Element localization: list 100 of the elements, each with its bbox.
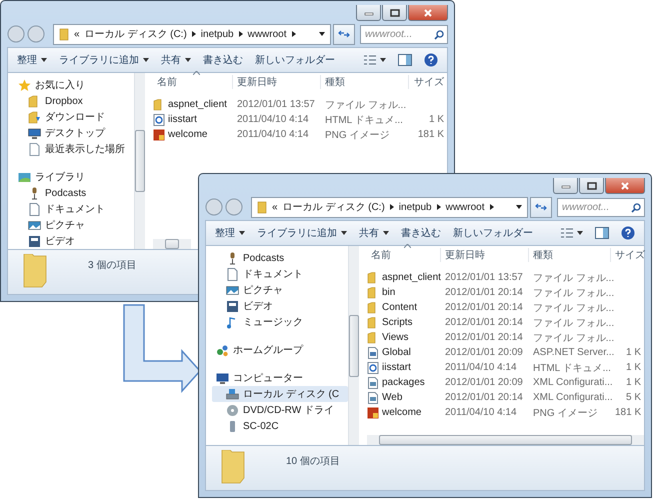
chevron-icon [436,204,441,210]
size-cell: 1 K [428,114,444,125]
close-button[interactable] [605,178,645,194]
nav-item[interactable]: ダウンロード [14,109,134,125]
nav-item[interactable]: Podcasts [212,250,348,266]
file-icon [367,392,379,404]
file-name[interactable]: iisstart [367,362,441,374]
nav-item[interactable]: ローカル ディスク (C [212,386,348,402]
toolbar-button[interactable]: 書き込む [396,224,446,242]
breadcrumb[interactable]: inetpub [200,28,234,40]
nav-item[interactable]: Podcasts [14,185,134,201]
breadcrumb[interactable]: ローカル ディスク (C:) [84,27,187,41]
nav-item[interactable]: ミュージック [212,314,348,330]
nav-item[interactable]: デスクトップ [14,125,134,141]
column-header[interactable]: 種類 [321,75,409,89]
list-view-icon [364,55,386,65]
toolbar-button[interactable]: ライブラリに追加 [54,51,154,69]
dropdown-caret-icon[interactable] [516,205,522,209]
file-name[interactable]: packages [367,376,441,388]
toolbar-button[interactable]: ライブラリに追加 [252,224,352,242]
nav-item[interactable]: ピクチャ [14,217,134,233]
nav-item[interactable]: Dropbox [14,93,134,109]
horizontal-scrollbar[interactable] [153,239,191,249]
dropdown-caret-icon[interactable] [319,32,325,36]
file-name[interactable]: bin [367,286,441,298]
close-icon [620,182,630,190]
type-cell-text: ファイル フォル... [532,332,611,344]
toolbar-button[interactable]: 整理 [210,224,250,242]
close-button[interactable] [408,5,448,21]
toolbar-button[interactable]: 新しいフォルダー [250,51,340,69]
breadcrumb[interactable]: ローカル ディスク (C:) [282,200,385,214]
toolbar-button[interactable]: 整理 [12,51,52,69]
column-header[interactable]: 更新日時 [441,248,529,262]
address-bar[interactable]: « ローカル ディスク (C:) inetpub wwwroot [251,196,528,218]
drive-icon [226,388,239,400]
date-cell-text: 2012/01/01 13:57 [236,99,316,110]
refresh-button[interactable] [333,24,355,44]
pane-icon [595,227,609,239]
chevron-icon [490,204,494,210]
folder-icon [22,254,48,288]
nav-item[interactable]: SC-02C [212,418,348,434]
nav-item[interactable]: ビデオ [14,233,134,249]
breadcrumb[interactable]: inetpub [398,202,432,212]
nav-item[interactable]: ビデオ [212,298,348,314]
file-name[interactable]: Content [367,302,441,314]
folder-icon [59,28,69,40]
recent-places-icon [28,142,41,156]
breadcrumb-overflow[interactable]: « [272,202,278,212]
minimize-button[interactable] [553,178,578,194]
file-name[interactable]: welcome [367,406,441,418]
column-header[interactable]: サイズ [409,75,444,89]
column-header[interactable]: 名前 [153,75,233,89]
download-folder-icon [28,110,41,124]
search-field[interactable]: wwwroot... [557,198,645,216]
vertical-scrollbar[interactable] [348,246,359,445]
breadcrumb[interactable]: wwwroot [248,28,286,40]
date-cell-text: 2012/01/01 13:57 [444,272,524,283]
nav-item[interactable]: DVD/CD-RW ドライ [212,402,348,418]
date-cell-text: 2011/04/10 4:14 [444,362,518,373]
minimize-icon [560,182,570,188]
file-name[interactable]: Web [367,392,441,404]
web-page-icon [367,362,379,374]
horizontal-scrollbar[interactable] [367,435,644,445]
toolbar-button[interactable]: 共有 [354,224,394,242]
file-name[interactable]: Views [367,332,441,344]
breadcrumb[interactable]: wwwroot [446,202,484,212]
toolbar-button[interactable]: 共有 [156,51,196,69]
nav-item[interactable]: ホームグループ [212,342,348,358]
nav-item[interactable]: ドキュメント [14,201,134,217]
file-name[interactable]: aspnet_client [153,98,233,110]
file-name[interactable]: iisstart [153,114,233,126]
nav-item[interactable]: ライブラリ [14,169,134,185]
search-field[interactable]: wwwroot... [360,24,448,44]
nav-item[interactable]: ピクチャ [212,282,348,298]
toolbar-button[interactable]: 新しいフォルダー [448,224,538,242]
file-name[interactable]: Scripts [367,316,441,328]
nav-item[interactable]: 最近表示した場所 [14,141,134,157]
column-header[interactable]: 名前 [367,248,441,262]
address-bar[interactable]: « ローカル ディスク (C:) inetpub wwwroot [53,24,331,44]
file-name[interactable]: welcome [153,128,233,140]
file-name[interactable]: aspnet_client [367,272,441,284]
nav-item[interactable]: ドキュメント [212,266,348,282]
refresh-button[interactable] [530,196,552,218]
vertical-scrollbar[interactable] [134,73,145,249]
column-header[interactable]: サイズ [611,248,645,262]
help-icon [424,53,438,67]
type-cell-text: HTML ドキュメ... [532,362,611,374]
nav-item[interactable]: コンピューター [212,370,348,386]
column-header[interactable]: 種類 [529,248,611,262]
date-cell-text: 2012/01/01 20:14 [444,332,524,343]
column-header[interactable]: 更新日時 [233,75,321,89]
file-icon [367,346,379,358]
toolbar-button[interactable]: 書き込む [198,51,248,69]
file-name[interactable]: Global [367,346,441,358]
maximize-button[interactable] [579,178,604,194]
nav-item[interactable]: お気に入り [14,77,134,93]
minimize-button[interactable] [356,5,381,21]
date-cell-text: 2011/04/10 4:14 [444,407,518,418]
breadcrumb-overflow[interactable]: « [74,28,80,40]
maximize-button[interactable] [382,5,407,21]
